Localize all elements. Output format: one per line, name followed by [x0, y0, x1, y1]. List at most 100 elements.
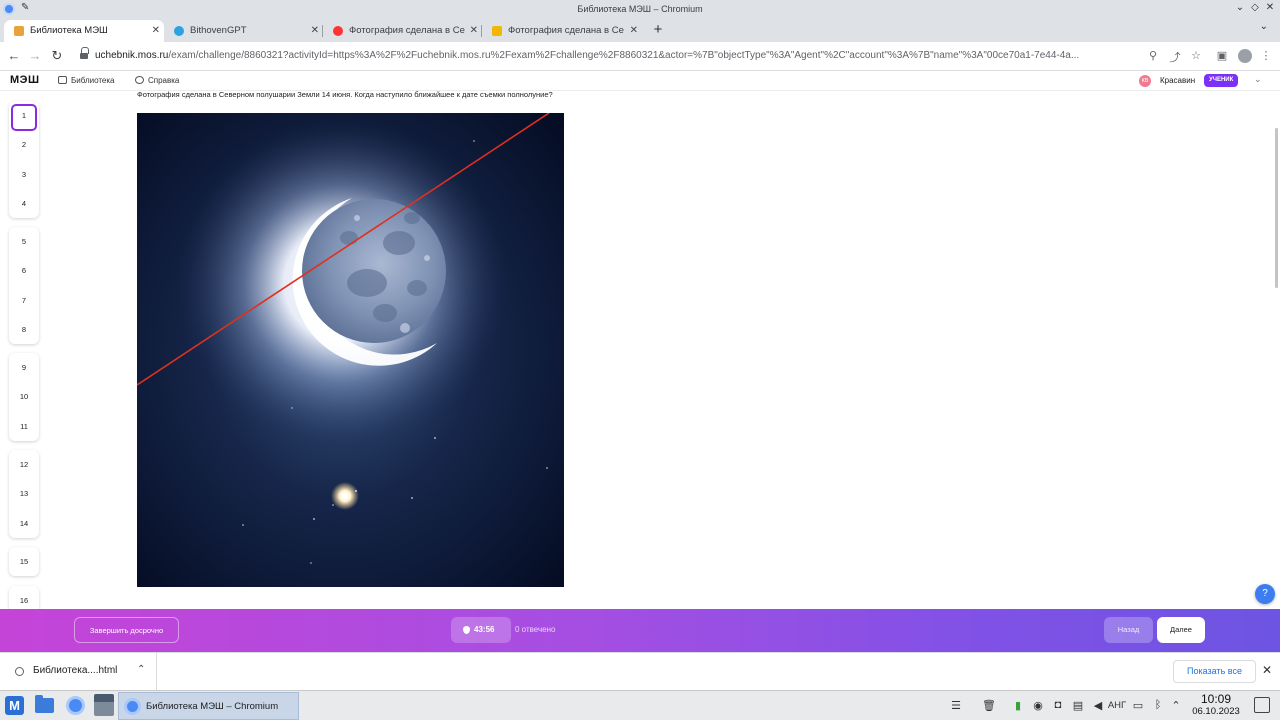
os-taskbar: M Библиотека МЭШ – Chromium ☰ 🗑 ▮ ◉ ◘ ▤ …	[0, 690, 1280, 720]
question-text: Фотография сделана в Северном полушарии …	[137, 90, 553, 99]
user-menu-chevron-icon[interactable]: ⌄	[1254, 74, 1262, 85]
side-panel-icon[interactable]: ▣	[1215, 49, 1229, 62]
share-icon[interactable]: ⤴	[1168, 49, 1182, 65]
settings-sliders-icon[interactable]: ☰	[948, 699, 964, 712]
help-circle-icon	[135, 76, 144, 84]
question-button-15[interactable]: 15	[9, 547, 39, 576]
tab-strip: Библиотека МЭШ ✕ BithovenGPT ✕ Фотографи…	[0, 19, 1280, 42]
moon-photo	[137, 113, 564, 587]
tab-close-icon[interactable]: ✕	[626, 20, 638, 42]
download-item[interactable]: Библиотека....html ⌃	[0, 653, 157, 690]
question-button-9[interactable]: 9	[9, 353, 39, 382]
question-button-12[interactable]: 12	[9, 450, 39, 479]
user-name[interactable]: Красавин	[1160, 76, 1195, 85]
start-menu-icon[interactable]: M	[5, 696, 24, 715]
download-shelf: Библиотека....html ⌃ Показать все ✕	[0, 652, 1280, 690]
taskbar-window-chromium[interactable]: Библиотека МЭШ – Chromium	[118, 692, 299, 720]
question-button-8[interactable]: 8	[9, 315, 39, 344]
lock-icon[interactable]	[80, 47, 89, 60]
reload-icon[interactable]: ↻	[49, 48, 65, 64]
restore-icon[interactable]: ◇	[1248, 2, 1262, 13]
url-path: /exam/challenge/8860321?activityId=https…	[168, 50, 1080, 61]
question-button-3[interactable]: 3	[9, 160, 39, 189]
tab-close-icon[interactable]: ✕	[311, 20, 319, 42]
timer-icon	[463, 626, 470, 634]
question-button-14[interactable]: 14	[9, 509, 39, 538]
tab-library[interactable]: Библиотека МЭШ ✕	[4, 20, 164, 42]
taskbar-window-label: Библиотека МЭШ – Chromium	[146, 701, 279, 712]
user-avatar[interactable]: КВ	[1139, 75, 1151, 87]
question-button-16[interactable]: 16	[9, 586, 39, 609]
show-all-button[interactable]: Показать все	[1173, 660, 1256, 683]
nav-help[interactable]: Справка	[135, 76, 179, 85]
address-bar[interactable]: uchebnik.mos.ru/exam/challenge/8860321?a…	[95, 50, 1140, 61]
question-group: 12 13 14	[9, 450, 39, 538]
help-button[interactable]: ?	[1255, 584, 1275, 604]
file-manager-icon[interactable]	[35, 695, 54, 713]
network-icon[interactable]: ▭	[1130, 699, 1146, 712]
question-group: 16	[9, 586, 39, 609]
mesh-logo[interactable]: МЭШ	[10, 74, 40, 86]
tab-bithoven[interactable]: BithovenGPT ✕	[164, 20, 323, 42]
close-window-icon[interactable]: ✕	[1263, 2, 1277, 13]
tab-label: Фотография сделана в Се	[349, 25, 465, 36]
bluetooth-icon[interactable]: ᛒ	[1150, 699, 1166, 711]
clock-date: 06.10.2023	[1192, 706, 1240, 717]
profile-avatar-icon[interactable]	[1238, 49, 1252, 63]
page-scrollbar[interactable]	[1275, 128, 1278, 288]
chromium-task-icon	[124, 698, 141, 715]
back-button[interactable]: Назад	[1104, 617, 1153, 643]
notification-icon[interactable]: ◘	[1050, 699, 1066, 711]
question-button-2[interactable]: 2	[9, 130, 39, 159]
tab-photo-2[interactable]: Фотография сделана в Се ✕	[482, 20, 642, 42]
question-button-7[interactable]: 7	[9, 286, 39, 315]
question-button-11[interactable]: 11	[9, 412, 39, 441]
battery-icon[interactable]: ▮	[1010, 699, 1026, 712]
trash-icon[interactable]: 🗑	[981, 699, 997, 712]
question-button-10[interactable]: 10	[9, 382, 39, 411]
virtual-desktop-icon[interactable]	[94, 694, 114, 716]
window-titlebar: ✎ Библиотека МЭШ – Chromium ⌄ ◇ ✕	[0, 0, 1280, 19]
eye-icon[interactable]: ◉	[1030, 699, 1046, 712]
nav-library-label: Библиотека	[71, 76, 115, 85]
question-button-4[interactable]: 4	[9, 189, 39, 218]
bookmark-star-icon[interactable]: ☆	[1189, 49, 1203, 62]
question-button-13[interactable]: 13	[9, 479, 39, 508]
browser-toolbar: ← → ↻ uchebnik.mos.ru/exam/challenge/886…	[0, 42, 1280, 71]
finish-early-button[interactable]: Завершить досрочно	[74, 617, 179, 643]
window-title: Библиотека МЭШ – Chromium	[577, 4, 703, 14]
new-tab-icon[interactable]: +	[650, 19, 666, 41]
book-favicon-icon	[14, 26, 24, 36]
minimize-icon[interactable]: ⌄	[1233, 2, 1247, 13]
tab-photo-1[interactable]: Фотография сделана в Се ✕	[323, 20, 482, 42]
close-shelf-icon[interactable]: ✕	[1262, 663, 1272, 677]
timer: 43:56	[451, 617, 511, 643]
question-group: 5 6 7 8	[9, 227, 39, 345]
question-group: 1 2 3 4	[9, 101, 39, 219]
question-button-5[interactable]: 5	[9, 227, 39, 256]
tray-expand-icon[interactable]: ⌃	[1168, 699, 1184, 712]
clipboard-icon[interactable]: ▤	[1070, 699, 1086, 712]
library-icon	[58, 76, 67, 84]
tab-close-icon[interactable]: ✕	[152, 20, 160, 42]
browser-menu-icon[interactable]: ⋮	[1259, 49, 1273, 62]
keyboard-layout[interactable]: АНГ	[1106, 700, 1128, 711]
chevron-up-icon[interactable]: ⌃	[137, 664, 145, 675]
clock-time: 10:09	[1200, 692, 1232, 706]
question-button-1[interactable]: 1	[9, 101, 39, 132]
next-button[interactable]: Далее	[1157, 617, 1205, 643]
system-clock[interactable]: 10:09 06.10.2023	[1190, 693, 1242, 718]
answered-count: 0 отвечено	[515, 625, 556, 634]
tab-search-chevron-icon[interactable]: ⌄	[1260, 21, 1268, 32]
zoom-icon[interactable]: ⚲	[1146, 49, 1160, 62]
show-desktop-icon[interactable]	[1254, 697, 1270, 713]
forward-arrow-icon[interactable]: →	[27, 48, 43, 64]
nav-library[interactable]: Библиотека	[58, 76, 115, 85]
role-badge: УЧЕНИК	[1204, 74, 1239, 87]
question-button-6[interactable]: 6	[9, 256, 39, 285]
back-arrow-icon[interactable]: ←	[6, 48, 22, 64]
tab-close-icon[interactable]: ✕	[466, 20, 478, 42]
timer-value: 43:56	[474, 625, 495, 634]
volume-icon[interactable]: ◀	[1090, 699, 1106, 712]
chromium-launcher-icon[interactable]	[66, 696, 85, 715]
